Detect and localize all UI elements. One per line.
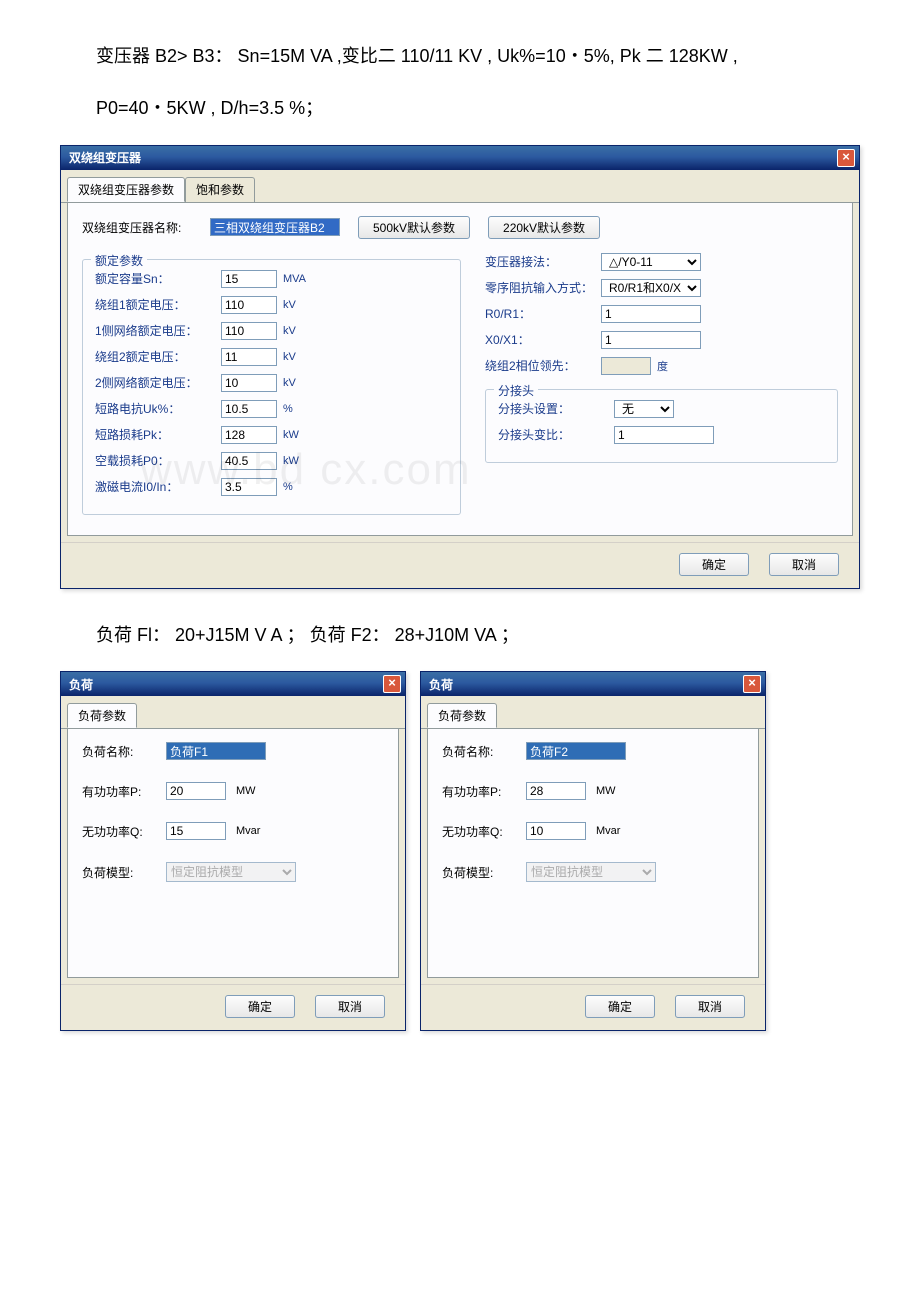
doc-line-3: 负荷 Fl： 20+J15M V A ； 负荷 F2： 28+J10M VA ； bbox=[60, 619, 860, 651]
lead-label: 绕组2相位领先： bbox=[485, 357, 595, 374]
load-name-input[interactable] bbox=[166, 742, 266, 760]
close-icon[interactable]: × bbox=[837, 149, 855, 167]
cancel-button[interactable]: 取消 bbox=[769, 553, 839, 576]
x0x1-input[interactable] bbox=[601, 331, 701, 349]
btn-220kv-defaults[interactable]: 220kV默认参数 bbox=[488, 216, 600, 239]
uk-unit: % bbox=[283, 403, 313, 415]
lead-input bbox=[601, 357, 651, 375]
q-label: 无功功率Q: bbox=[442, 823, 516, 840]
model-label: 负荷模型: bbox=[442, 864, 516, 881]
tap-ratio-label: 分接头变比： bbox=[498, 426, 608, 443]
model-select: 恒定阻抗模型 bbox=[526, 862, 656, 882]
zero-label: 零序阻抗输入方式： bbox=[485, 279, 595, 296]
p-unit: MW bbox=[236, 785, 256, 797]
tab-load-params[interactable]: 负荷参数 bbox=[67, 703, 137, 728]
conn-label: 变压器接法： bbox=[485, 253, 595, 270]
dialog-title: 负荷 bbox=[429, 676, 453, 693]
p-label: 有功功率P: bbox=[442, 783, 516, 800]
model-select: 恒定阻抗模型 bbox=[166, 862, 296, 882]
i0-label: 激磁电流I0/In： bbox=[95, 478, 215, 495]
tab-params[interactable]: 双绕组变压器参数 bbox=[67, 177, 185, 202]
pk-label: 短路损耗Pk： bbox=[95, 426, 215, 443]
sn-input[interactable] bbox=[221, 270, 277, 288]
tap-set-select[interactable]: 无 bbox=[614, 400, 674, 418]
tabs: 双绕组变压器参数 饱和参数 bbox=[61, 171, 859, 203]
lead-unit: 度 bbox=[657, 358, 687, 374]
p-label: 有功功率P: bbox=[82, 783, 156, 800]
model-label: 负荷模型: bbox=[82, 864, 156, 881]
rated-legend: 额定参数 bbox=[91, 252, 147, 269]
n2v-unit: kV bbox=[283, 377, 313, 389]
w1v-unit: kV bbox=[283, 299, 313, 311]
p0-unit: kW bbox=[283, 455, 313, 467]
q-label: 无功功率Q: bbox=[82, 823, 156, 840]
close-icon[interactable]: × bbox=[743, 675, 761, 693]
name-label: 负荷名称: bbox=[82, 743, 156, 760]
n2v-input[interactable] bbox=[221, 374, 277, 392]
p-unit: MW bbox=[596, 785, 616, 797]
load-name-input[interactable] bbox=[526, 742, 626, 760]
ok-button[interactable]: 确定 bbox=[679, 553, 749, 576]
i0-unit: % bbox=[283, 481, 313, 493]
p-input[interactable] bbox=[526, 782, 586, 800]
n1v-input[interactable] bbox=[221, 322, 277, 340]
conn-select[interactable]: △/Y0-11 bbox=[601, 253, 701, 271]
w1v-input[interactable] bbox=[221, 296, 277, 314]
tab-saturation[interactable]: 饱和参数 bbox=[185, 177, 255, 202]
tap-legend: 分接头 bbox=[494, 382, 538, 399]
cancel-button[interactable]: 取消 bbox=[315, 995, 385, 1018]
dialog-title: 双绕组变压器 bbox=[69, 149, 141, 166]
close-icon[interactable]: × bbox=[383, 675, 401, 693]
titlebar[interactable]: 双绕组变压器 × bbox=[61, 146, 859, 170]
p0-label: 空载损耗P0： bbox=[95, 452, 215, 469]
x0x1-label: X0/X1： bbox=[485, 331, 595, 348]
sn-unit: MVA bbox=[283, 273, 313, 285]
tap-ratio-input[interactable] bbox=[614, 426, 714, 444]
name-label: 双绕组变压器名称: bbox=[82, 219, 192, 236]
ok-button[interactable]: 确定 bbox=[585, 995, 655, 1018]
right-column: 变压器接法： △/Y0-11 零序阻抗输入方式： R0/R1和X0/X1 R0/R1… bbox=[485, 253, 838, 515]
pk-unit: kW bbox=[283, 429, 313, 441]
i0-input[interactable] bbox=[221, 478, 277, 496]
transformer-name-input[interactable] bbox=[210, 218, 340, 236]
name-label: 负荷名称: bbox=[442, 743, 516, 760]
n2v-label: 2侧网络额定电压： bbox=[95, 374, 215, 391]
w2v-label: 绕组2额定电压： bbox=[95, 348, 215, 365]
titlebar[interactable]: 负荷 × bbox=[421, 672, 765, 696]
n1v-unit: kV bbox=[283, 325, 313, 337]
uk-label: 短路电抗Uk%： bbox=[95, 400, 215, 417]
n1v-label: 1侧网络额定电压： bbox=[95, 322, 215, 339]
titlebar[interactable]: 负荷 × bbox=[61, 672, 405, 696]
tap-set-label: 分接头设置： bbox=[498, 400, 608, 417]
btn-500kv-defaults[interactable]: 500kV默认参数 bbox=[358, 216, 470, 239]
dialog-title: 负荷 bbox=[69, 676, 93, 693]
tab-load-params[interactable]: 负荷参数 bbox=[427, 703, 497, 728]
q-input[interactable] bbox=[526, 822, 586, 840]
p-input[interactable] bbox=[166, 782, 226, 800]
load-f1-dialog: 负荷 × 负荷参数 负荷名称: 有功功率P: MW 无功功率Q: Mvar 负荷模型… bbox=[60, 671, 406, 1031]
doc-line-2: P0=40・5KW , D/h=3.5 %； bbox=[60, 92, 860, 124]
doc-line-1: 变压器 B2> B3： Sn=15M VA ,变比二 110/11 KV , U… bbox=[60, 40, 860, 72]
transformer-dialog: 双绕组变压器 × 双绕组变压器参数 饱和参数 双绕组变压器名称: 500kV默认… bbox=[60, 145, 860, 589]
tap-fieldset: 分接头 分接头设置：无 分接头变比： bbox=[485, 389, 838, 463]
r0r1-input[interactable] bbox=[601, 305, 701, 323]
w2v-unit: kV bbox=[283, 351, 313, 363]
load-f2-dialog: 负荷 × 负荷参数 负荷名称: 有功功率P: MW 无功功率Q: Mvar 负荷模型… bbox=[420, 671, 766, 1031]
w2v-input[interactable] bbox=[221, 348, 277, 366]
q-unit: Mvar bbox=[596, 825, 620, 837]
cancel-button[interactable]: 取消 bbox=[675, 995, 745, 1018]
q-unit: Mvar bbox=[236, 825, 260, 837]
zero-select[interactable]: R0/R1和X0/X1 bbox=[601, 279, 701, 297]
tab-content: 双绕组变压器名称: 500kV默认参数 220kV默认参数 额定参数 额定容量S… bbox=[67, 202, 853, 536]
w1v-label: 绕组1额定电压： bbox=[95, 296, 215, 313]
q-input[interactable] bbox=[166, 822, 226, 840]
pk-input[interactable] bbox=[221, 426, 277, 444]
sn-label: 额定容量Sn： bbox=[95, 270, 215, 287]
uk-input[interactable] bbox=[221, 400, 277, 418]
ok-button[interactable]: 确定 bbox=[225, 995, 295, 1018]
r0r1-label: R0/R1： bbox=[485, 305, 595, 322]
rated-fieldset: 额定参数 额定容量Sn：MVA 绕组1额定电压：kV 1侧网络额定电压：kV 绕… bbox=[82, 259, 461, 515]
p0-input[interactable] bbox=[221, 452, 277, 470]
